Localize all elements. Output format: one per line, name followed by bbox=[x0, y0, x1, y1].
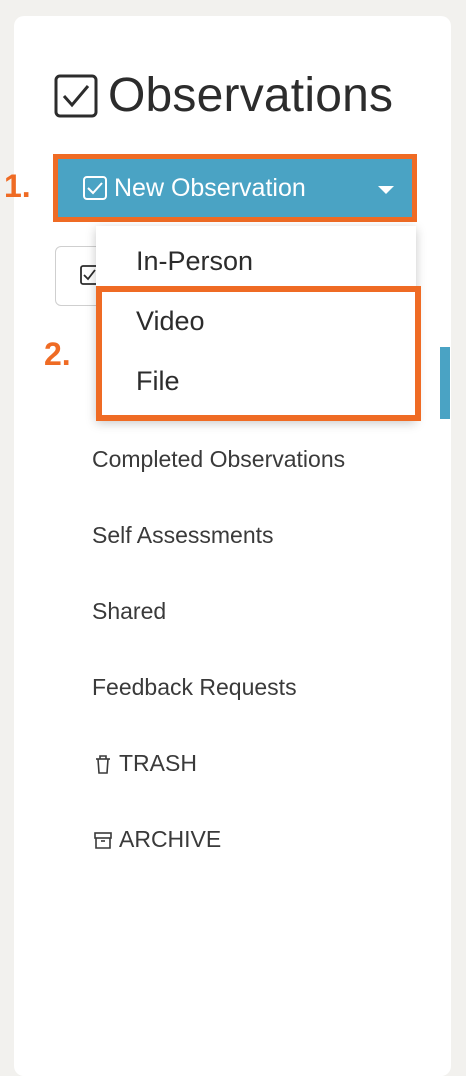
menu-item-label: Self Assessments bbox=[92, 522, 274, 548]
menu-item-archive[interactable]: ARCHIVE bbox=[92, 826, 221, 853]
archive-icon bbox=[94, 831, 112, 849]
menu-item-label: Feedback Requests bbox=[92, 674, 297, 700]
menu-item-self-assessments[interactable]: Self Assessments bbox=[92, 522, 274, 549]
menu-item-label: TRASH bbox=[119, 750, 197, 776]
menu-item-shared[interactable]: Shared bbox=[92, 598, 166, 625]
new-observation-label: New Observation bbox=[114, 173, 306, 202]
video-file-highlight bbox=[96, 286, 421, 421]
dropdown-item-in-person[interactable]: In-Person bbox=[136, 246, 253, 277]
page-title: Observations bbox=[54, 72, 393, 120]
step-1-label: 1. bbox=[4, 168, 31, 204]
menu-item-trash[interactable]: TRASH bbox=[92, 750, 197, 777]
menu-item-label: ARCHIVE bbox=[119, 826, 222, 852]
checkbox-icon bbox=[83, 176, 107, 200]
new-observation-button[interactable]: New Observation bbox=[53, 154, 417, 222]
menu-item-feedback-requests[interactable]: Feedback Requests bbox=[92, 674, 297, 701]
checkbox-icon bbox=[54, 74, 98, 118]
caret-down-icon[interactable] bbox=[378, 186, 394, 194]
trash-icon bbox=[96, 754, 110, 774]
menu-item-completed-observations[interactable]: Completed Observations bbox=[92, 446, 345, 473]
menu-item-label: Completed Observations bbox=[92, 446, 346, 472]
page-title-text: Observations bbox=[108, 69, 394, 122]
menu-item-label: Shared bbox=[92, 598, 167, 624]
step-2-label: 2. bbox=[44, 336, 71, 372]
active-indicator-bar bbox=[440, 347, 450, 419]
